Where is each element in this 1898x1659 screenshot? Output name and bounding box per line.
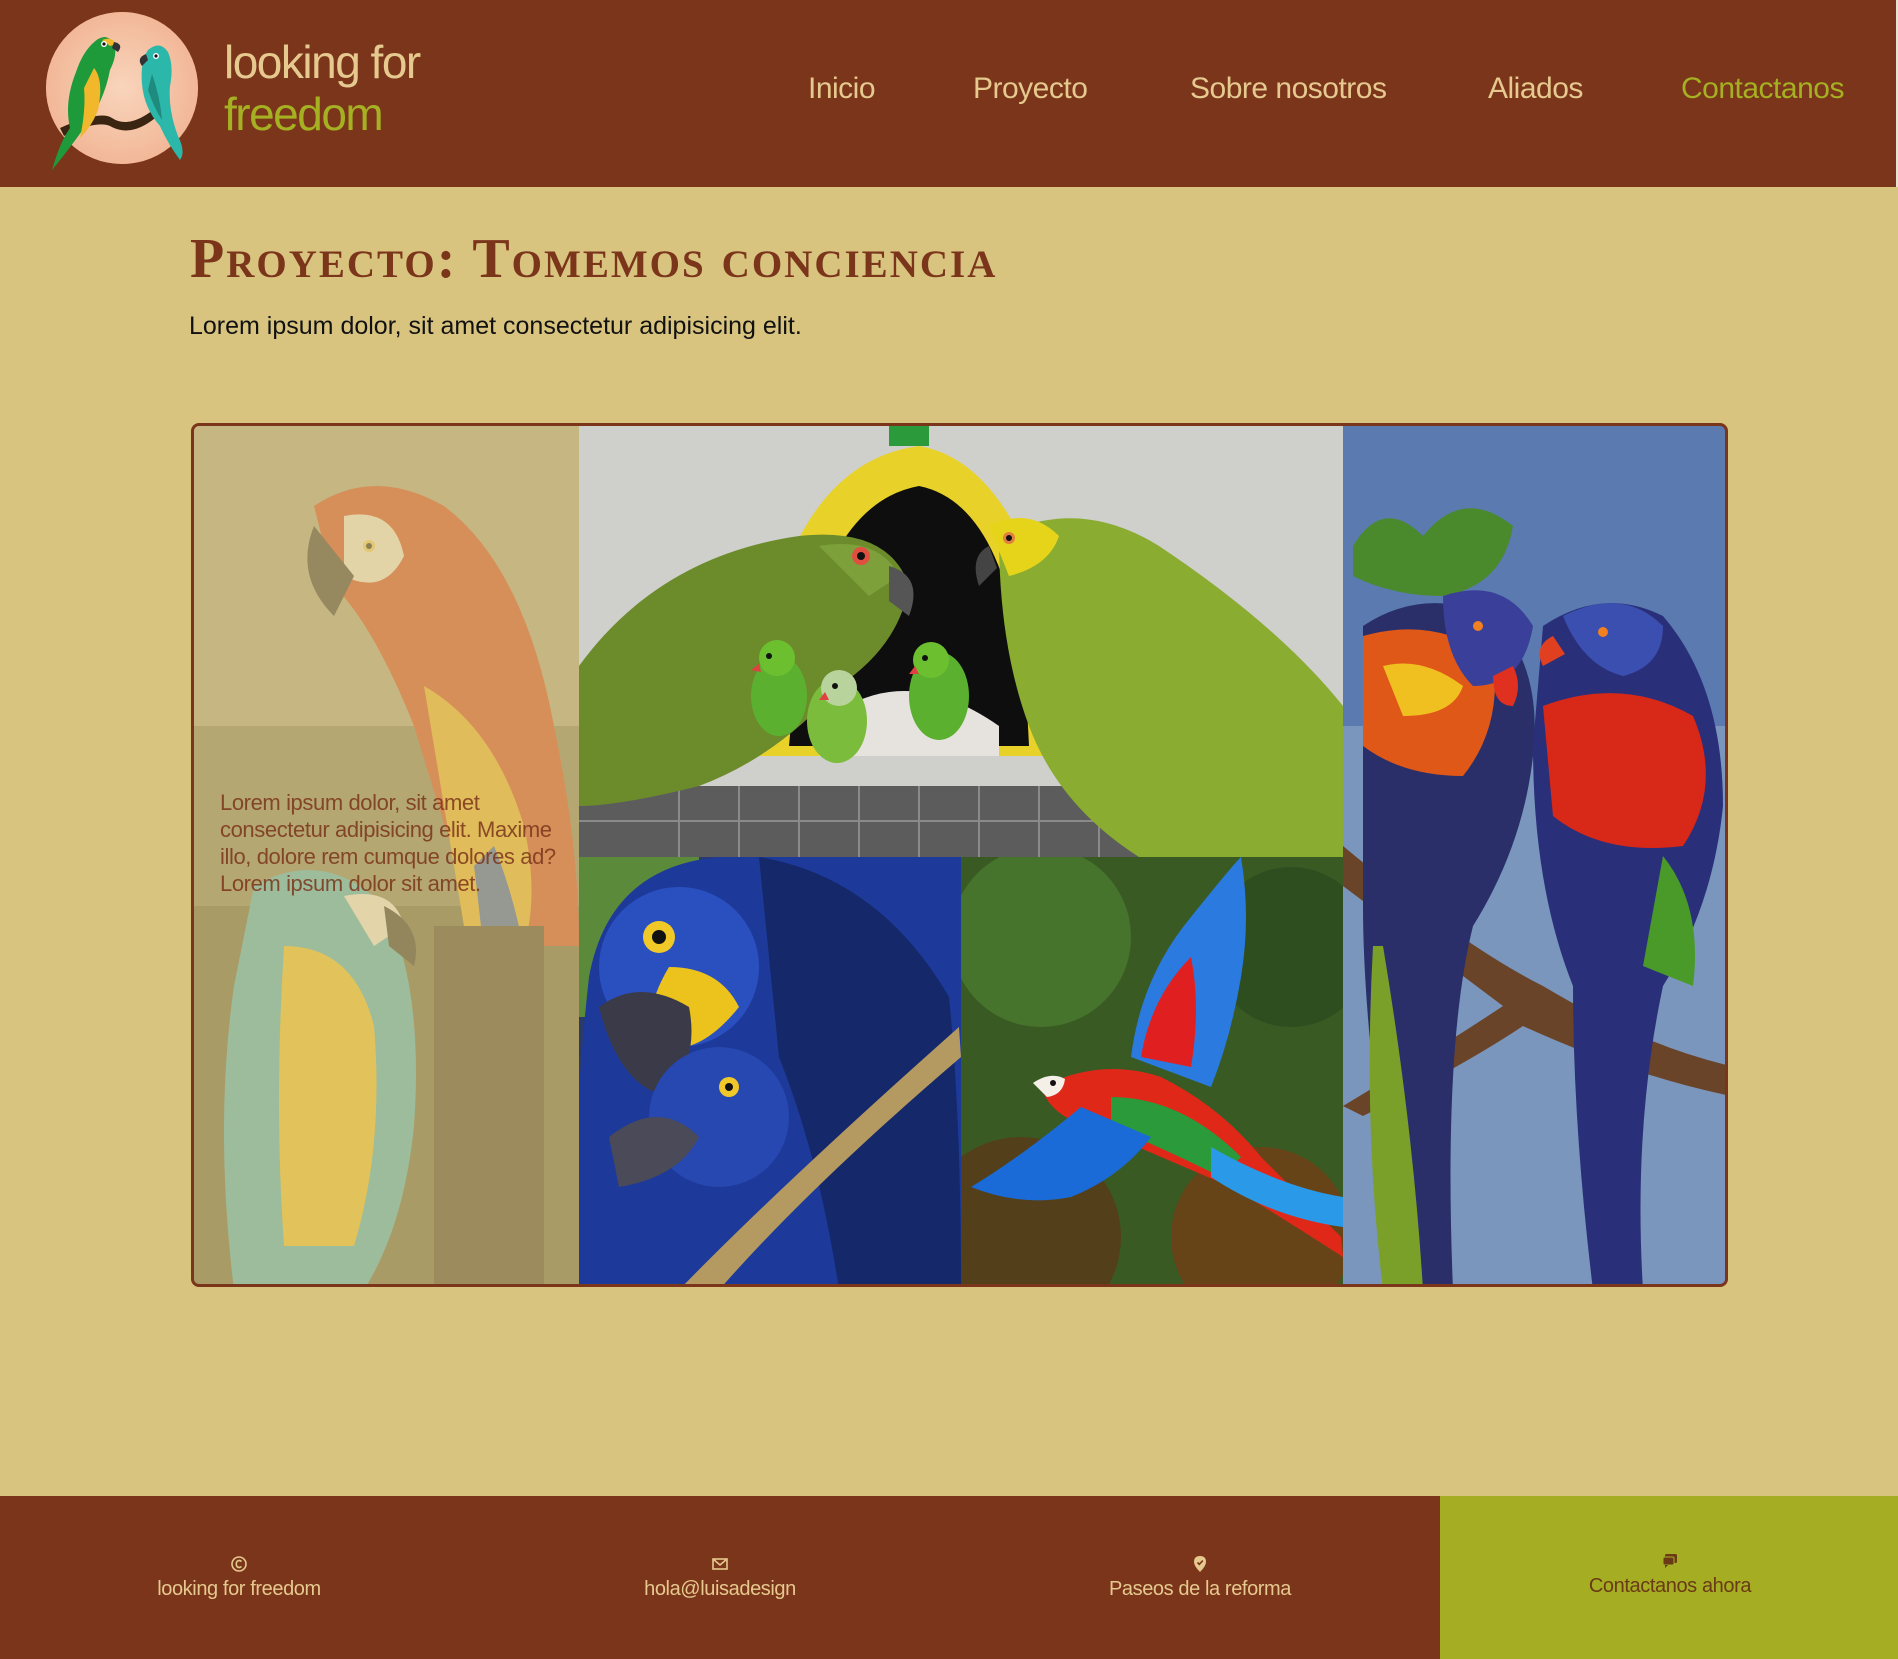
footer-email-text: hola@luisadesign	[644, 1578, 796, 1600]
gallery-image-amazon-parrots[interactable]	[579, 426, 1343, 857]
gallery-image-hyacinth-macaws[interactable]	[579, 857, 961, 1284]
footer-cta-text[interactable]: Contactanos ahora	[1589, 1575, 1752, 1597]
macaw-flight-image	[961, 857, 1343, 1284]
nav-proyecto[interactable]: Proyecto	[973, 70, 1088, 108]
copyright-icon	[231, 1556, 247, 1572]
amazon-parrots-image	[579, 426, 1343, 857]
logo[interactable]	[40, 10, 210, 185]
photo-gallery: Lorem ipsum dolor, sit amet consectetur …	[191, 423, 1728, 1287]
gallery-image-lorikeets[interactable]	[1343, 426, 1725, 1284]
lorikeets-image	[1343, 426, 1725, 1284]
footer-brand-text: looking for freedom	[157, 1578, 321, 1600]
nav-contactanos[interactable]: Contactanos	[1681, 70, 1844, 108]
brand-line-2: freedom	[224, 88, 384, 140]
gallery-overlay: Lorem ipsum dolor, sit amet consectetur …	[194, 426, 579, 1284]
gallery-image-macaw-flight[interactable]	[961, 857, 1343, 1284]
footer-email[interactable]: hola@luisadesign	[490, 1555, 950, 1601]
nav-inicio[interactable]: Inicio	[808, 70, 876, 108]
chat-icon	[1662, 1554, 1677, 1568]
mail-icon	[712, 1558, 728, 1570]
footer-location: Paseos de la reforma	[970, 1555, 1430, 1601]
hyacinth-macaws-image	[579, 857, 961, 1284]
site-header: looking for freedom Inicio Proyecto Sobr…	[0, 0, 1898, 187]
parrots-logo-icon	[46, 12, 198, 170]
footer-cta[interactable]: Contactanos ahora	[1450, 1552, 1890, 1598]
page-subtitle: Lorem ipsum dolor, sit amet consectetur …	[189, 312, 802, 340]
footer-location-text: Paseos de la reforma	[1108, 1578, 1292, 1600]
location-icon	[1194, 1556, 1206, 1572]
brand-name[interactable]: looking for freedom	[224, 36, 421, 140]
footer-brand: looking for freedom	[9, 1555, 469, 1601]
brand-line-1: looking for	[224, 36, 421, 88]
overlay-text: Lorem ipsum dolor, sit amet consectetur …	[220, 790, 556, 896]
page-title: Proyecto: Tomemos conciencia	[190, 228, 998, 290]
nav-sobre-nosotros[interactable]: Sobre nosotros	[1190, 70, 1387, 108]
nav-aliados[interactable]: Aliados	[1488, 70, 1583, 108]
